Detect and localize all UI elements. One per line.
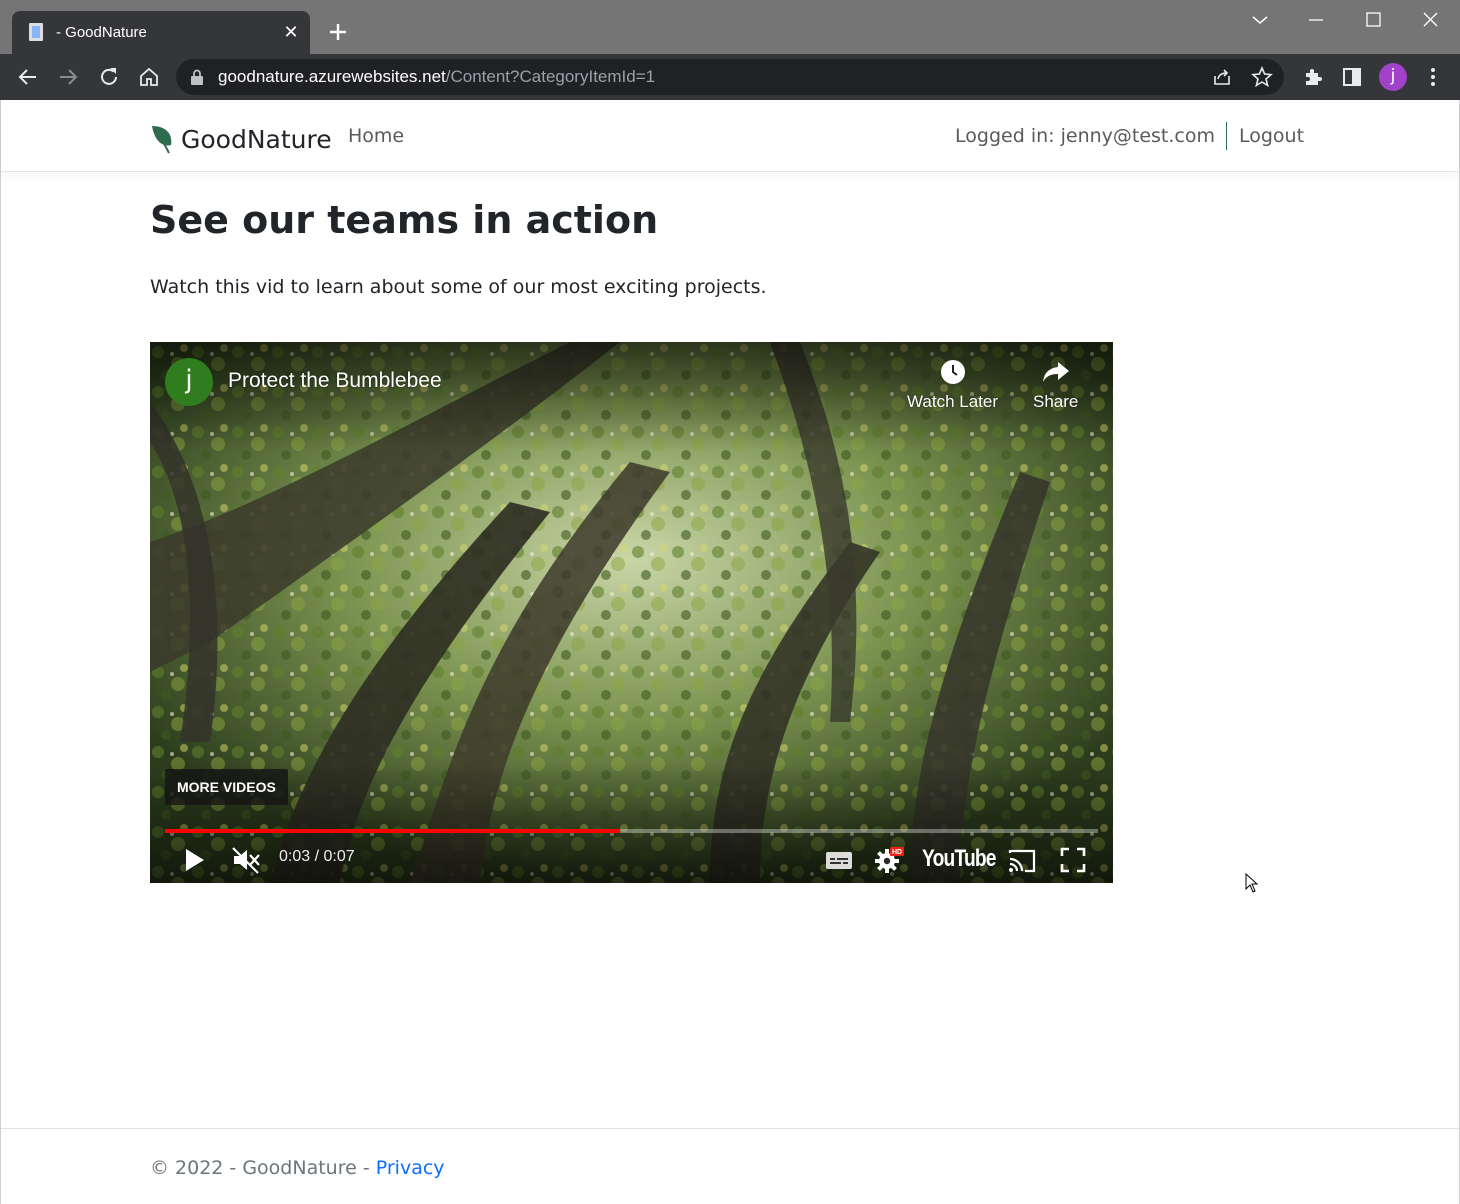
url-text[interactable]: goodnature.azurewebsites.net/Content?Cat… [218, 67, 655, 87]
home-icon[interactable] [137, 65, 161, 89]
back-icon[interactable] [16, 65, 40, 89]
logged-in-text: Logged in: jenny@test.com [955, 125, 1215, 147]
reload-icon[interactable] [97, 65, 121, 89]
video-player[interactable]: j Protect the Bumblebee Watch Later Shar… [150, 342, 1113, 883]
video-time: 0:03 / 0:07 [279, 848, 355, 865]
address-bar[interactable]: goodnature.azurewebsites.net/Content?Cat… [176, 59, 1284, 95]
bookmark-star-icon[interactable] [1251, 66, 1273, 88]
nav-divider [1226, 122, 1227, 150]
maximize-icon[interactable] [1361, 8, 1385, 32]
site-navbar: GoodNature Home Logged in: jenny@test.co… [1, 100, 1459, 172]
clock-icon [940, 360, 965, 384]
tab-search-icon[interactable] [1248, 8, 1272, 32]
lock-icon[interactable] [190, 69, 204, 85]
logout-link[interactable]: Logout [1239, 125, 1304, 147]
cast-icon[interactable] [1006, 844, 1038, 876]
browser-tab-active[interactable]: - GoodNature ✕ [12, 11, 310, 54]
footer-text: © 2022 - GoodNature - Privacy [150, 1157, 445, 1179]
side-panel-icon[interactable] [1340, 65, 1364, 89]
url-path: /Content?CategoryItemId=1 [445, 67, 656, 86]
web-page: GoodNature Home Logged in: jenny@test.co… [0, 100, 1460, 1204]
menu-kebab-icon[interactable] [1421, 65, 1445, 89]
minimize-icon[interactable] [1304, 8, 1328, 32]
browser-tabstrip: - GoodNature ✕ [0, 0, 1460, 54]
forward-icon[interactable] [56, 65, 80, 89]
url-host: goodnature.azurewebsites.net [218, 67, 446, 86]
copyright-text: © 2022 - GoodNature - [150, 1157, 376, 1179]
video-progress-played [165, 829, 620, 833]
tab-title: - GoodNature [56, 24, 147, 41]
muted-volume-icon[interactable] [230, 844, 262, 876]
extensions-icon[interactable] [1301, 65, 1325, 89]
tab-close-icon[interactable]: ✕ [282, 23, 300, 41]
subtitles-icon[interactable] [823, 844, 855, 876]
profile-avatar[interactable]: j [1379, 63, 1407, 91]
fullscreen-icon[interactable] [1057, 844, 1089, 876]
leaf-logo-icon [152, 126, 172, 154]
hd-badge: HD [892, 849, 902, 856]
share-arrow-icon [1042, 362, 1069, 382]
watch-later-button[interactable]: Watch Later [907, 358, 998, 412]
settings-gear-icon[interactable]: HD [872, 844, 904, 876]
nav-home-link[interactable]: Home [348, 125, 404, 147]
more-videos-button[interactable]: MORE VIDEOS [165, 769, 288, 805]
brand-name: GoodNature [181, 124, 332, 154]
watch-later-label: Watch Later [907, 392, 999, 411]
video-progress-bar[interactable] [165, 829, 1098, 833]
page-favicon-icon [29, 23, 43, 41]
video-title[interactable]: Protect the Bumblebee [228, 369, 442, 393]
privacy-link[interactable]: Privacy [376, 1157, 445, 1179]
share-label: Share [1033, 392, 1079, 411]
channel-avatar[interactable]: j [165, 358, 213, 406]
new-tab-icon[interactable] [324, 18, 352, 46]
share-button[interactable]: Share [1033, 358, 1078, 412]
brand-link[interactable]: GoodNature [149, 122, 332, 156]
browser-toolbar: goodnature.azurewebsites.net/Content?Cat… [0, 54, 1460, 100]
page-title: See our teams in action [150, 198, 659, 242]
play-icon[interactable] [178, 844, 210, 876]
site-footer: © 2022 - GoodNature - Privacy [1, 1128, 1459, 1204]
mouse-cursor-icon [1245, 873, 1259, 893]
page-intro: Watch this vid to learn about some of ou… [150, 276, 767, 298]
close-window-icon[interactable] [1418, 8, 1442, 32]
youtube-logo-icon[interactable]: YouTube [922, 845, 996, 873]
share-page-icon[interactable] [1211, 66, 1233, 88]
